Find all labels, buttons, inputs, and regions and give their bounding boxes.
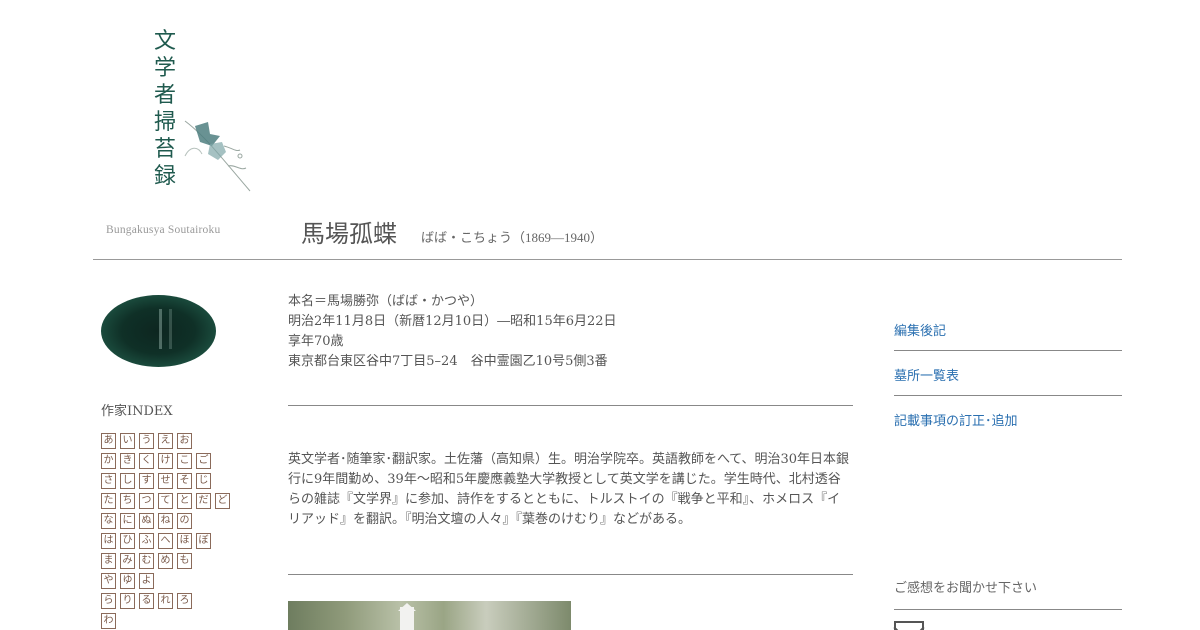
section-divider (288, 405, 853, 406)
kana-index-link[interactable]: よ (139, 573, 154, 589)
kana-index-link[interactable]: く (139, 453, 154, 469)
life-dates: 明治2年11月8日（新暦12月10日）―昭和15年6月22日 (288, 314, 617, 329)
kana-index-link[interactable]: す (139, 473, 154, 489)
kana-index-link[interactable]: れ (158, 593, 173, 609)
kana-index-link[interactable]: い (120, 433, 135, 449)
kana-index-link[interactable]: ぼ (196, 533, 211, 549)
header-divider (93, 259, 1122, 260)
kana-index-link[interactable]: は (101, 533, 116, 549)
kana-index-link[interactable]: む (139, 553, 154, 569)
kana-index-link[interactable]: ご (196, 453, 211, 469)
kana-row: なにぬねの (101, 513, 230, 529)
kana-index-link[interactable]: の (177, 513, 192, 529)
page-title-reading: ばば・こちょう（1869―1940） (421, 230, 604, 245)
kana-index: あいうえおかきくけこごさしすせそじたちつてとだどなにぬねのはひふへほぼまみむめも… (101, 433, 230, 630)
kana-index-link[interactable]: そ (177, 473, 192, 489)
kana-index-link[interactable]: し (120, 473, 135, 489)
kana-index-link[interactable]: じ (196, 473, 211, 489)
kana-row: わ (101, 613, 230, 629)
kana-index-link[interactable]: る (139, 593, 154, 609)
kana-index-link[interactable]: ひ (120, 533, 135, 549)
kana-index-link[interactable]: ら (101, 593, 116, 609)
kana-index-link[interactable]: へ (158, 533, 173, 549)
kana-row: らりるれろ (101, 593, 230, 609)
kana-index-link[interactable]: さ (101, 473, 116, 489)
kana-index-link[interactable]: ど (215, 493, 230, 509)
kana-row: たちつてとだど (101, 493, 230, 509)
kana-row: まみむめも (101, 553, 230, 569)
age-at-death: 享年70歳 (288, 334, 344, 349)
author-info: 本名＝馬場勝弥（ばば・かつや） 明治2年11月8日（新暦12月10日）―昭和15… (288, 292, 617, 372)
kana-index-link[interactable]: か (101, 453, 116, 469)
kana-index-link[interactable]: と (177, 493, 192, 509)
kana-index-link[interactable]: え (158, 433, 173, 449)
link-editor-notes[interactable]: 編集後記 (894, 320, 946, 339)
kana-index-link[interactable]: な (101, 513, 116, 529)
feedback-divider (894, 609, 1122, 610)
kana-index-link[interactable]: ね (158, 513, 173, 529)
kana-index-link[interactable]: こ (177, 453, 192, 469)
kana-index-link[interactable]: ほ (177, 533, 192, 549)
author-biography: 英文学者･随筆家･翻訳家。土佐藩（高知県）生。明治学院卒。英語教師をへて、明治3… (288, 452, 849, 527)
kana-index-link[interactable]: も (177, 553, 192, 569)
logo-title-roman: Bungakusya Soutairoku (106, 224, 221, 236)
kana-row: さしすせそじ (101, 473, 230, 489)
kana-index-link[interactable]: ろ (177, 593, 192, 609)
kana-index-link[interactable]: た (101, 493, 116, 509)
nav-divider (894, 395, 1122, 396)
real-name: 本名＝馬場勝弥（ばば・かつや） (288, 294, 484, 309)
kana-row: かきくけこご (101, 453, 230, 469)
kana-index-link[interactable]: せ (158, 473, 173, 489)
kana-index-link[interactable]: て (158, 493, 173, 509)
kana-index-link[interactable]: わ (101, 613, 116, 629)
grave-photo (288, 601, 571, 630)
kana-index-link[interactable]: あ (101, 433, 116, 449)
nav-divider (894, 350, 1122, 351)
author-portrait (101, 295, 216, 367)
grave-location: 東京都台東区谷中7丁目5–24 谷中霊園乙10号5側3番 (288, 354, 608, 369)
author-index-title: 作家INDEX (101, 404, 173, 419)
ivy-leaf-icon (184, 120, 251, 192)
feedback-label: ご感想をお聞かせ下さい (894, 581, 1038, 596)
kana-index-link[interactable]: お (177, 433, 192, 449)
kana-index-link[interactable]: ゆ (120, 573, 135, 589)
kana-index-link[interactable]: ま (101, 553, 116, 569)
kana-index-link[interactable]: り (120, 593, 135, 609)
kana-index-link[interactable]: み (120, 553, 135, 569)
mail-icon[interactable] (894, 621, 924, 630)
kana-index-link[interactable]: め (158, 553, 173, 569)
kana-index-link[interactable]: き (120, 453, 135, 469)
kana-index-link[interactable]: ぬ (139, 513, 154, 529)
kana-index-link[interactable]: ふ (139, 533, 154, 549)
logo-title-vertical: 文学者掃苔録 (153, 29, 176, 189)
kana-index-link[interactable]: に (120, 513, 135, 529)
link-grave-list[interactable]: 墓所一覧表 (894, 365, 959, 384)
section-divider (288, 574, 853, 575)
site-logo[interactable]: 文学者掃苔録 Bungakusya Soutairoku (100, 28, 260, 243)
kana-row: はひふへほぼ (101, 533, 230, 549)
link-corrections[interactable]: 記載事項の訂正･追加 (894, 410, 1018, 429)
kana-index-link[interactable]: け (158, 453, 173, 469)
kana-index-link[interactable]: だ (196, 493, 211, 509)
kana-row: あいうえお (101, 433, 230, 449)
kana-index-link[interactable]: ち (120, 493, 135, 509)
kana-index-link[interactable]: や (101, 573, 116, 589)
kana-index-link[interactable]: つ (139, 493, 154, 509)
kana-row: やゆよ (101, 573, 230, 589)
page-title: 馬場孤蝶 (301, 220, 397, 248)
kana-index-link[interactable]: う (139, 433, 154, 449)
